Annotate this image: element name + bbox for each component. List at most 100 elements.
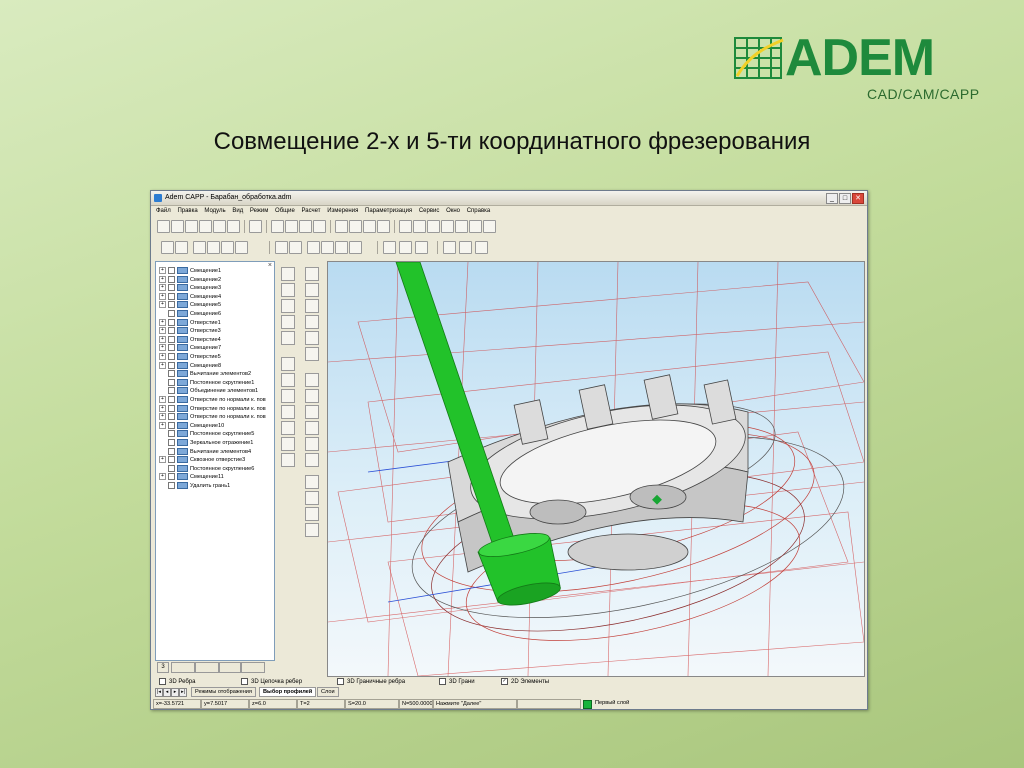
sketch-tool-icon[interactable] (305, 475, 319, 489)
save-icon[interactable] (185, 220, 198, 233)
tree-item[interactable]: + Смещение1 (159, 267, 221, 275)
expand-toggle-icon[interactable]: + (159, 473, 166, 481)
filter-3d-boundary-edges[interactable]: 3D Граничные ребра (337, 678, 405, 685)
tree-item[interactable]: Постоянное скругление1 (159, 378, 254, 387)
redo-icon[interactable] (221, 241, 234, 254)
tree-item-checkbox[interactable] (168, 430, 175, 438)
tree-item-checkbox[interactable] (168, 353, 175, 361)
distance-tool-icon[interactable] (281, 405, 295, 419)
menu-file[interactable]: Файл (156, 208, 171, 214)
zoom-icon[interactable] (313, 220, 326, 233)
tree-item-checkbox[interactable] (168, 464, 175, 472)
tree-item[interactable]: + Отверстие по нормали к. пов (159, 413, 266, 421)
tree-item[interactable]: Постоянное скругление6 (159, 464, 254, 473)
tree-item[interactable]: + Смещение3 (159, 284, 221, 292)
expand-toggle-icon[interactable]: + (159, 275, 166, 283)
capp-icon[interactable] (363, 220, 376, 233)
pan-icon[interactable] (469, 220, 482, 233)
tree-item-checkbox[interactable] (168, 284, 175, 292)
cam-icon[interactable] (349, 220, 362, 233)
menu-window[interactable]: Окно (446, 208, 460, 214)
panel-close-icon[interactable]: × (268, 262, 272, 269)
text-tool-icon[interactable] (281, 453, 295, 467)
tree-item-checkbox[interactable] (168, 396, 175, 404)
report-icon[interactable] (377, 220, 390, 233)
tool-icon[interactable] (307, 241, 320, 254)
undo-icon[interactable] (207, 241, 220, 254)
filter-3d-edges-checkbox[interactable] (159, 678, 166, 685)
spline-tool-icon[interactable] (305, 283, 319, 297)
tree-item-checkbox[interactable] (168, 361, 175, 369)
tree-item[interactable]: Смещение6 (159, 310, 221, 318)
mirror-tool-icon[interactable] (305, 315, 319, 329)
cursor-icon[interactable] (399, 220, 412, 233)
pattern-tool-icon[interactable] (305, 421, 319, 435)
filter-3d-faces-checkbox[interactable] (439, 678, 446, 685)
tree-item-checkbox[interactable] (168, 439, 175, 447)
tree-item-checkbox[interactable] (168, 310, 175, 318)
surface-tool-icon[interactable] (305, 373, 319, 387)
expand-toggle-icon[interactable]: + (159, 456, 166, 464)
tree-tab-notes[interactable] (241, 662, 265, 673)
tree-item-checkbox[interactable] (168, 456, 175, 464)
chart-icon[interactable] (459, 241, 472, 254)
boolean-tool-icon[interactable] (305, 437, 319, 451)
rotate-icon[interactable] (413, 220, 426, 233)
tree-item[interactable]: Постоянное скругление5 (159, 430, 254, 438)
tree-item[interactable]: + Отверстие по нормали к. пов (159, 396, 266, 404)
dimension-tool-icon[interactable] (281, 357, 295, 371)
tree-item[interactable]: + Смещение5 (159, 301, 221, 309)
tree-item-checkbox[interactable] (168, 421, 175, 429)
menu-measure[interactable]: Измерения (327, 208, 358, 214)
filter-2d-elements[interactable]: ✓ 2D Элементы (501, 678, 549, 685)
tree-item-checkbox[interactable] (168, 447, 175, 455)
tree-item-checkbox[interactable] (168, 370, 175, 378)
tree-item-checkbox[interactable] (168, 482, 175, 490)
expand-toggle-icon[interactable]: + (159, 335, 166, 343)
tree-item-checkbox[interactable] (168, 335, 175, 343)
page-icon[interactable] (271, 220, 284, 233)
expand-toggle-icon[interactable]: + (159, 327, 166, 335)
tree-item-checkbox[interactable] (168, 473, 175, 481)
tab-profile-selection[interactable]: Выбор профилей (259, 687, 317, 697)
rect-tool-icon[interactable] (281, 267, 295, 281)
tree-item[interactable]: + Отверстие5 (159, 353, 221, 361)
window-titlebar[interactable]: Adem CAPP - Барабан_обработка.adm _ □ ✕ (151, 191, 867, 206)
copy-list-icon[interactable] (289, 241, 302, 254)
expand-toggle-icon[interactable]: + (159, 413, 166, 421)
filter-2d-elements-checkbox[interactable]: ✓ (501, 678, 508, 685)
fit-view-icon[interactable] (427, 220, 440, 233)
shell-tool-icon[interactable] (305, 389, 319, 403)
views-icon[interactable] (455, 220, 468, 233)
copy-icon[interactable] (213, 220, 226, 233)
next-tab-icon[interactable]: ▸ (171, 688, 179, 697)
minimize-button[interactable]: _ (826, 193, 838, 204)
cad-icon[interactable] (335, 220, 348, 233)
tree-item[interactable]: + Смещение8 (159, 361, 221, 370)
tree-item[interactable]: + Отверстие3 (159, 327, 221, 335)
filter-3d-edge-chain[interactable]: 3D Цепочка ребер (241, 678, 302, 685)
expand-toggle-icon[interactable]: + (159, 396, 166, 404)
tree-item-checkbox[interactable] (168, 267, 175, 275)
expand-toggle-icon[interactable]: + (159, 404, 166, 412)
menu-service[interactable]: Сервис (419, 208, 440, 214)
expand-toggle-icon[interactable]: + (159, 301, 166, 309)
tree-item-checkbox[interactable] (168, 301, 175, 309)
grid-icon[interactable] (249, 220, 262, 233)
expand-toggle-icon[interactable]: + (159, 292, 166, 300)
first-tab-icon[interactable]: |◂ (155, 688, 163, 697)
3d-viewport[interactable] (327, 261, 865, 677)
tree-item[interactable]: + Смещение4 (159, 292, 221, 301)
tree-item-checkbox[interactable] (168, 387, 175, 395)
tree-item[interactable]: Зеркальное отражение1 (159, 439, 253, 447)
axis-tool-icon[interactable] (281, 437, 295, 451)
menu-module[interactable]: Модуль (204, 208, 225, 214)
open-folder-icon[interactable] (171, 220, 184, 233)
solid-tool-icon[interactable] (305, 347, 319, 361)
tree-item[interactable]: Объединение элементов1 (159, 387, 258, 395)
point-tool-icon[interactable] (305, 267, 319, 281)
filter-3d-faces[interactable]: 3D Грани (439, 678, 475, 685)
coordinate-tool-icon[interactable] (305, 523, 319, 537)
tree-item[interactable]: + Отверстие по нормали к. пов (159, 404, 266, 413)
export-icon[interactable] (415, 241, 428, 254)
